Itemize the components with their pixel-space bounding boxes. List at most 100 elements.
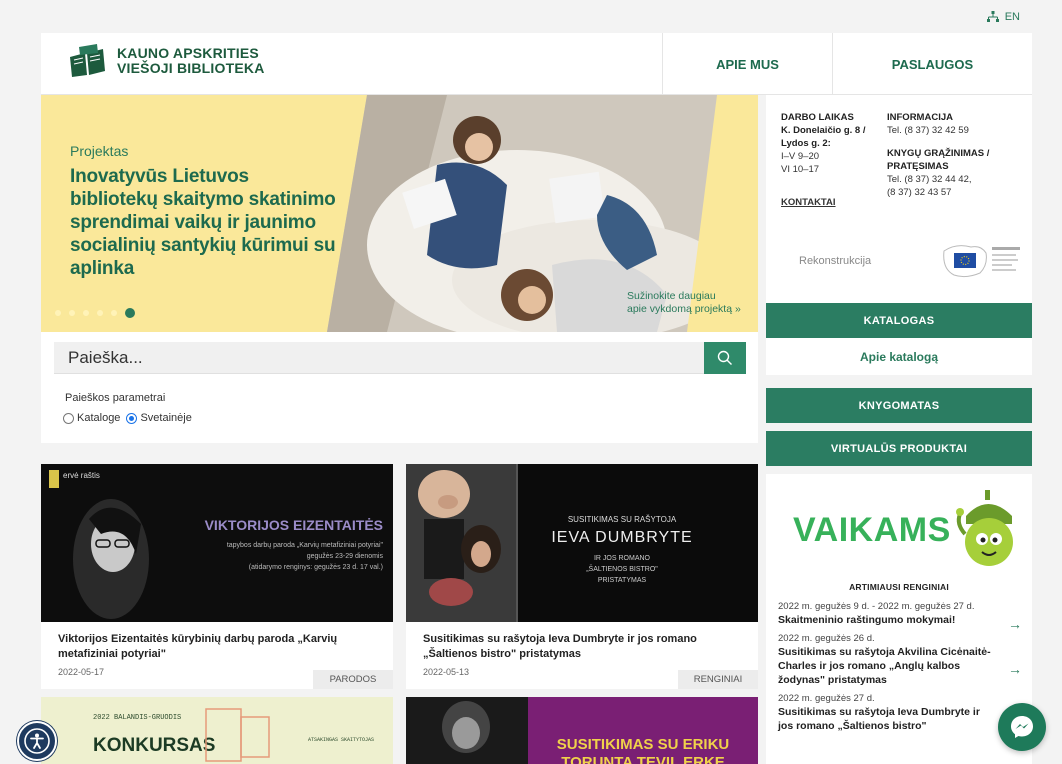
search-params-label: Paieškos parametrai [65,392,166,404]
news-card[interactable]: SUSITIKIMAS SU ERIKU TORUNTA TEVIL ERKE [406,697,758,764]
lang-en-link[interactable]: EN [1005,11,1020,23]
site-header: KAUNO APSKRITIES VIEŠOJI BIBLIOTEKA APIE… [41,33,1032,95]
logo-line1: KAUNO APSKRITIES [117,45,259,61]
event-date: 2022 m. gegužės 27 d. [778,693,875,704]
messenger-chat-button[interactable] [998,703,1046,751]
hero-title[interactable]: Inovatyvūs Lietuvos bibliotekų skaitymo … [70,165,340,280]
return-phone2: (8 37) 32 43 57 [887,187,952,198]
info-panel: DARBO LAIKAS K. Donelaičio g. 8 / Lydos … [766,95,1032,303]
event-item[interactable]: 2022 m. gegužės 27 d. Susitikimas su raš… [778,693,1022,733]
return-phone1: Tel. (8 37) 32 44 42, [887,174,972,185]
eu-funds-logo-icon[interactable] [936,241,1026,281]
news-card[interactable]: 2022 BALANDIS-GRUODIS KONKURSAS ATSAKING… [41,697,393,764]
hours-saturday: VI 10–17 [781,164,820,175]
knygomatas-button[interactable]: KNYGOMATAS [766,388,1032,423]
search-input[interactable] [54,342,704,374]
news-card[interactable]: SUSITIKIMAS SU RAŠYTOJA IEVA DUMBRYTE IR… [406,464,758,689]
hero-more-line1: Sužinokite daugiau [627,290,716,302]
hours-title: DARBO LAIKAS [781,112,854,123]
address: K. Donelaičio g. 8 / Lydos g. 2: [781,125,866,149]
vaikams-title[interactable]: VAIKAMS [793,511,951,550]
image-line-2: KONKURSAS [93,735,215,756]
hero-more-line2: apie vykdomą projektą » [627,303,741,315]
arrow-right-icon[interactable]: → [1008,616,1022,632]
radio-kataloge-dot[interactable] [63,412,74,424]
news-card-image: SUSITIKIMAS SU RAŠYTOJA IEVA DUMBRYTE IR… [406,464,758,622]
hero-more-link[interactable]: Sužinokite daugiau apie vykdomą projektą… [627,290,741,316]
language-switch[interactable]: EN [986,11,1020,23]
news-card-category[interactable]: PARODOS [313,670,393,689]
news-card-date: 2022-05-13 [423,667,470,677]
image-title-text: VIKTORIJOS EIZENTAITĖS [205,517,383,533]
events-list: 2022 m. gegužės 9 d. - 2022 m. gegužės 2… [778,601,1022,739]
hours-weekdays: I–V 9–20 [781,151,820,162]
sitemap-icon[interactable] [986,11,999,23]
reconstruction-label[interactable]: Rekonstrukcija [799,255,871,267]
slider-dot[interactable] [55,310,61,316]
image-line-2: TORUNTA TEVIL ERKE [561,754,725,764]
apie-kataloga-link[interactable]: Apie katalogą [766,338,1032,375]
event-item[interactable]: 2022 m. gegužės 9 d. - 2022 m. gegužės 2… [778,601,1022,632]
news-card[interactable]: ervė raštis VIKTORIJOS EIZENTAITĖS tapyb… [41,464,393,689]
hero-slider[interactable]: Projektas Inovatyvūs Lietuvos bibliotekų… [41,95,758,332]
logo-line2: VIEŠOJI BIBLIOTEKA [117,60,265,76]
slider-dot[interactable] [97,310,103,316]
slider-dot-active[interactable] [125,308,135,318]
accessibility-icon [24,728,50,754]
hero-kicker: Projektas [70,143,129,159]
event-title[interactable]: Susitikimas su rašytoja Akvilina Cicėnai… [778,645,996,687]
event-item[interactable]: 2022 m. gegužės 26 d. Susitikimas su raš… [778,633,1022,687]
contacts-link[interactable]: KONTAKTAI [781,196,876,209]
virtualus-produktai-button[interactable]: VIRTUALŪS PRODUKTAI [766,431,1032,466]
image-line-1: SUSITIKIMAS SU RAŠYTOJA [568,515,677,524]
search-bar [54,342,746,374]
news-card-image: SUSITIKIMAS SU ERIKU TORUNTA TEVIL ERKE [406,697,758,764]
news-card-image: ervė raštis VIKTORIJOS EIZENTAITĖS tapyb… [41,464,393,622]
image-line-1: 2022 BALANDIS-GRUODIS [93,714,181,722]
return-title: KNYGŲ GRĄŽINIMAS / PRATĘSIMAS [887,148,990,172]
accessibility-button[interactable] [17,721,57,761]
image-line-2: IEVA DUMBRYTE [551,529,692,546]
radio-kataloge[interactable]: Kataloge [63,412,120,424]
hours-column: DARBO LAIKAS K. Donelaičio g. 8 / Lydos … [781,111,876,209]
image-line-5: PRISTATYMAS [598,577,647,584]
katalogas-button[interactable]: KATALOGAS [766,303,1032,338]
image-subtitle-2: gegužės 23-29 dienomis [307,553,384,560]
nav-paslaugos[interactable]: PASLAUGOS [832,33,1032,95]
event-date: 2022 m. gegužės 26 d. [778,633,875,644]
radio-kataloge-label: Kataloge [77,412,121,424]
news-card-title[interactable]: Susitikimas su rašytoja Ieva Dumbryte ir… [423,632,733,662]
image-logo-text: ervė raštis [63,471,100,480]
logo-text: KAUNO APSKRITIES VIEŠOJI BIBLIOTEKA [117,46,265,76]
site-logo[interactable]: KAUNO APSKRITIES VIEŠOJI BIBLIOTEKA [67,43,265,79]
nav-apie-mus[interactable]: APIE MUS [662,33,832,95]
search-icon [717,350,732,365]
acorn-mascot-icon [956,490,1013,566]
info-title: INFORMACIJA [887,112,953,123]
search-button[interactable] [704,342,746,374]
info-phone: Tel. (8 37) 32 42 59 [887,125,969,136]
radio-svetaineje[interactable]: Svetainėje [126,412,192,424]
event-date: 2022 m. gegužės 9 d. - 2022 m. gegužės 2… [778,601,975,612]
image-line-3: IR JOS ROMANO [594,555,651,562]
event-title[interactable]: Skaitmeninio raštingumo mokymai! [778,613,996,627]
news-card-title[interactable]: Viktorijos Eizentaitės kūrybinių darbų p… [58,632,368,662]
search-scope: Kataloge Svetainėje [63,412,192,424]
top-bar: EN [0,0,1062,33]
image-line-3: ATSAKINGAS SKAITYTOJAS [308,737,374,743]
vaikams-panel: VAIKAMS ARTIMIAUSI RENGINIAI 2022 m. geg… [766,474,1032,764]
image-line-4: „ŠALTIENOS BISTRO" [586,564,658,573]
info-column: INFORMACIJA Tel. (8 37) 32 42 59 KNYGŲ G… [887,111,1022,199]
events-heading: ARTIMIAUSI RENGINIAI [849,582,949,592]
news-card-image: 2022 BALANDIS-GRUODIS KONKURSAS ATSAKING… [41,697,393,764]
event-title[interactable]: Susitikimas su rašytoja Ieva Dumbryte ir… [778,705,996,733]
news-card-category[interactable]: RENGINIAI [678,670,758,689]
arrow-right-icon[interactable]: → [1008,661,1022,677]
image-line-1: SUSITIKIMAS SU ERIKU [557,736,730,753]
news-card-date: 2022-05-17 [58,667,105,677]
radio-svetaineje-dot[interactable] [126,412,138,424]
slider-dot[interactable] [83,310,89,316]
slider-dot[interactable] [69,310,75,316]
radio-svetaineje-label: Svetainėje [140,412,192,424]
slider-dot[interactable] [111,310,117,316]
